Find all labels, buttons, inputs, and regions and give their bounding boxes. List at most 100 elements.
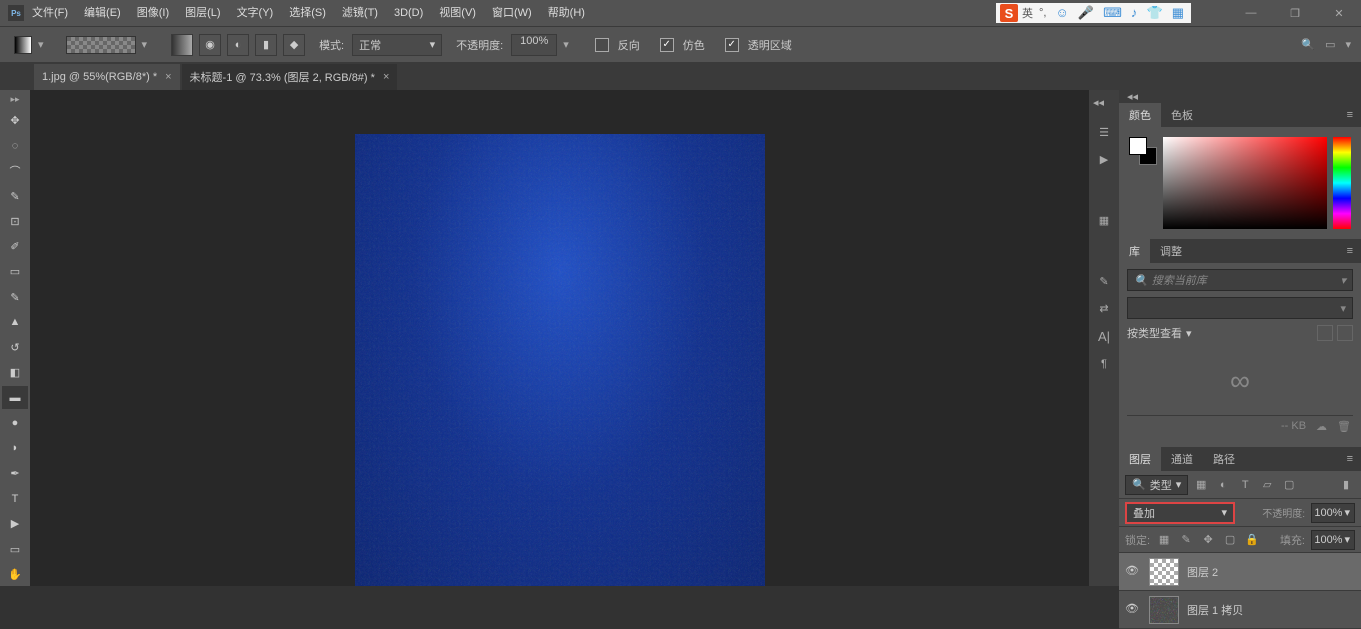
filter-smart-icon[interactable]: ▢	[1280, 476, 1298, 494]
fg-color[interactable]	[1129, 137, 1147, 155]
chevron-down-icon[interactable]: ▾	[563, 38, 569, 51]
cloud-icon[interactable]: ☁	[1316, 420, 1327, 433]
gradient-tool[interactable]: ▬	[2, 386, 28, 409]
lock-brush-icon[interactable]: ✎	[1178, 532, 1194, 548]
layer-item[interactable]: 👁 图层 1 拷贝	[1119, 591, 1361, 629]
hue-slider[interactable]	[1333, 137, 1351, 229]
tab-library[interactable]: 库	[1119, 239, 1150, 263]
chevron-down-icon[interactable]: ▾	[38, 38, 44, 51]
chevron-down-icon[interactable]: ▾	[1340, 274, 1346, 287]
document-tab[interactable]: 未标题-1 @ 73.3% (图层 2, RGB/8#) * ×	[182, 64, 398, 90]
filter-type-select[interactable]: 🔍 类型 ▾	[1125, 475, 1188, 495]
ime-toolbar[interactable]: S 英 °, ☺ 🎤 ⌨ ♪ 👕 ▦	[996, 3, 1191, 23]
opacity-input[interactable]: 100%	[511, 34, 557, 56]
gradient-tool-icon[interactable]	[14, 36, 32, 54]
lock-pixels-icon[interactable]: ▦	[1156, 532, 1172, 548]
menu-view[interactable]: 视图(V)	[431, 0, 484, 26]
tab-paths[interactable]: 路径	[1203, 447, 1245, 471]
lock-artboard-icon[interactable]: ▢	[1222, 532, 1238, 548]
hand-tool[interactable]: ✋	[2, 563, 28, 586]
filter-toggle-icon[interactable]: ▮	[1337, 476, 1355, 494]
tab-layers[interactable]: 图层	[1119, 447, 1161, 471]
reflected-gradient-icon[interactable]: ▮	[255, 34, 277, 56]
history-brush-tool[interactable]: ↺	[2, 336, 28, 359]
ime-lang[interactable]: 英	[1022, 5, 1033, 21]
menu-select[interactable]: 选择(S)	[281, 0, 334, 26]
visibility-icon[interactable]: 👁	[1125, 602, 1141, 618]
menu-window[interactable]: 窗口(W)	[484, 0, 540, 26]
rectangle-tool[interactable]: ▭	[2, 537, 28, 560]
close-icon[interactable]: ×	[383, 71, 389, 83]
canvas[interactable]	[355, 134, 765, 586]
mic-icon[interactable]: 🎤	[1078, 5, 1094, 20]
restore-button[interactable]: ❐	[1273, 0, 1317, 26]
menu-type[interactable]: 文字(Y)	[229, 0, 282, 26]
search-icon[interactable]: 🔍	[1301, 38, 1315, 51]
filter-image-icon[interactable]: ▦	[1192, 476, 1210, 494]
dodge-tool[interactable]: ◗	[2, 437, 28, 460]
panel-menu-icon[interactable]: ≡	[1339, 109, 1361, 121]
menu-3d[interactable]: 3D(D)	[386, 0, 431, 26]
saturation-picker[interactable]	[1163, 137, 1327, 229]
tab-swatches[interactable]: 色板	[1161, 103, 1203, 127]
collapse-icon[interactable]: ▸▸	[10, 94, 19, 105]
ime-icons[interactable]: ☺ 🎤 ⌨ ♪ 👕 ▦	[1052, 5, 1187, 21]
eyedropper-tool[interactable]: ✐	[2, 235, 28, 258]
marquee-tool[interactable]: ◌	[2, 134, 28, 157]
reverse-checkbox[interactable]	[595, 38, 609, 52]
tab-color[interactable]: 颜色	[1119, 103, 1161, 127]
swatches-icon[interactable]: ▦	[1099, 214, 1109, 227]
smile-icon[interactable]: ☺	[1055, 5, 1068, 20]
menu-help[interactable]: 帮助(H)	[540, 0, 593, 26]
canvas-area[interactable]	[30, 90, 1089, 586]
grid-view-icon[interactable]	[1317, 325, 1333, 341]
visibility-icon[interactable]: 👁	[1125, 564, 1141, 580]
lock-position-icon[interactable]: ✥	[1200, 532, 1216, 548]
collapse-icon[interactable]: ◂◂	[1093, 96, 1115, 106]
lasso-tool[interactable]: ⌒	[2, 159, 28, 182]
fg-bg-swatch[interactable]	[1129, 137, 1157, 229]
opacity-input[interactable]: 100%▾	[1311, 503, 1355, 523]
library-search[interactable]: 🔍 搜索当前库 ▾	[1127, 269, 1353, 291]
lock-all-icon[interactable]: 🔒	[1244, 532, 1260, 548]
char-icon[interactable]: A|	[1098, 329, 1110, 344]
settings-icon[interactable]: ⇄	[1099, 302, 1108, 315]
filter-text-icon[interactable]: T	[1236, 476, 1254, 494]
layer-name[interactable]: 图层 2	[1187, 564, 1218, 580]
workspace-icon[interactable]: ▭	[1325, 38, 1335, 51]
chevron-down-icon[interactable]: ▾	[1345, 38, 1351, 51]
patch-tool[interactable]: ▭	[2, 260, 28, 283]
fill-input[interactable]: 100%▾	[1311, 530, 1355, 550]
gradient-preview[interactable]	[66, 36, 136, 54]
move-tool[interactable]: ✥	[2, 109, 28, 132]
layer-item[interactable]: 👁 图层 2	[1119, 553, 1361, 591]
collapse-icon[interactable]: ◂◂	[1119, 90, 1146, 103]
eraser-tool[interactable]: ◧	[2, 361, 28, 384]
crop-tool[interactable]: ⊡	[2, 210, 28, 233]
panel-menu-icon[interactable]: ≡	[1339, 453, 1361, 465]
history-icon[interactable]: ☰	[1099, 126, 1109, 139]
keyboard-icon[interactable]: ⌨	[1103, 5, 1122, 20]
menu-layer[interactable]: 图层(L)	[177, 0, 228, 26]
linear-gradient-icon[interactable]	[171, 34, 193, 56]
close-icon[interactable]: ×	[165, 71, 171, 83]
trash-icon[interactable]: 🗑	[1337, 420, 1351, 433]
panel-menu-icon[interactable]: ≡	[1339, 245, 1361, 257]
stamp-tool[interactable]: ▲	[2, 311, 28, 334]
menu-image[interactable]: 图像(I)	[129, 0, 177, 26]
brush-tool[interactable]: ✎	[2, 285, 28, 308]
library-dropdown[interactable]: ▾	[1127, 297, 1353, 319]
brush-panel-icon[interactable]: ✎	[1099, 275, 1108, 288]
angle-gradient-icon[interactable]: ◐	[227, 34, 249, 56]
quick-select-tool[interactable]: ✎	[2, 185, 28, 208]
pen-tool[interactable]: ✒	[2, 462, 28, 485]
dither-checkbox[interactable]	[660, 38, 674, 52]
document-tab[interactable]: 1.jpg @ 55%(RGB/8*) * ×	[34, 64, 180, 90]
layer-thumbnail[interactable]	[1149, 596, 1179, 624]
blend-mode-select[interactable]: 叠加 ▾	[1125, 502, 1235, 524]
play-icon[interactable]: ▶	[1100, 153, 1108, 166]
menu-edit[interactable]: 编辑(E)	[76, 0, 129, 26]
layer-name[interactable]: 图层 1 拷贝	[1187, 602, 1243, 618]
filter-shape-icon[interactable]: ▱	[1258, 476, 1276, 494]
grid-icon[interactable]: ▦	[1172, 5, 1184, 20]
